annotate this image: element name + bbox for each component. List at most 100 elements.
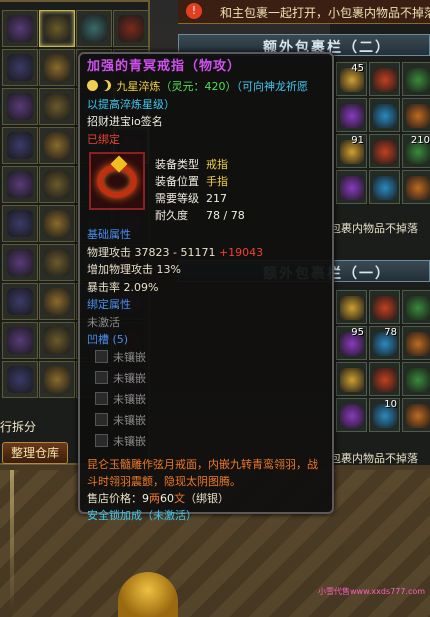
- bag-slot[interactable]: [369, 362, 400, 396]
- item-icon: [7, 210, 33, 237]
- socket-icon: [95, 370, 108, 384]
- prop-value: 217: [206, 192, 227, 205]
- bag-slot[interactable]: [402, 362, 430, 396]
- stack-count: 210: [410, 135, 430, 146]
- bag-slot[interactable]: [336, 170, 367, 204]
- warehouse-slot[interactable]: [39, 244, 75, 281]
- item-icon: [340, 296, 364, 320]
- item-icon: [7, 327, 33, 354]
- item-icon: [7, 249, 33, 276]
- bag-slot[interactable]: 91: [336, 134, 367, 168]
- bag-slot[interactable]: [369, 134, 400, 168]
- bag-slot[interactable]: [402, 170, 430, 204]
- refine-hint-2: 以提高淬炼星级）: [87, 97, 175, 111]
- warehouse-slot[interactable]: [2, 322, 38, 359]
- warehouse-slot[interactable]: [2, 244, 38, 281]
- prop-slot: 装备位置 手指: [155, 173, 245, 190]
- sort-warehouse-button[interactable]: 整理仓库: [2, 442, 68, 464]
- bag-slot[interactable]: [402, 398, 430, 432]
- bag-slot[interactable]: [369, 290, 400, 324]
- warehouse-slot[interactable]: [39, 49, 75, 86]
- item-icon: [340, 368, 364, 392]
- bag-slot[interactable]: [402, 290, 430, 324]
- warehouse-slot[interactable]: [39, 205, 75, 242]
- bag-slot[interactable]: 45: [336, 62, 367, 96]
- item-icon: [44, 132, 70, 159]
- warehouse-slot[interactable]: [39, 10, 75, 47]
- warehouse-slot[interactable]: [2, 361, 38, 398]
- extra-bag-1-note: 包裹内物品不掉落: [330, 452, 418, 465]
- warehouse-slot[interactable]: [2, 283, 38, 320]
- bag-slot[interactable]: [369, 98, 400, 132]
- warehouse-slot[interactable]: [39, 88, 75, 125]
- bag-slot[interactable]: [336, 398, 367, 432]
- bag-slot[interactable]: 78: [369, 326, 400, 360]
- bound-attr-status: 未激活: [87, 315, 120, 329]
- prop-key: 需要等级: [155, 192, 199, 205]
- watermark: 小雪代售www.xxds777.com: [318, 587, 426, 596]
- bag-slot[interactable]: 95: [336, 326, 367, 360]
- socket-label: 未镶嵌: [113, 371, 146, 385]
- socket-label: 未镶嵌: [113, 434, 146, 448]
- warehouse-slot[interactable]: [113, 10, 149, 47]
- bag-slot[interactable]: [336, 362, 367, 396]
- phys-attack-pct: 增加物理攻击 13%: [87, 263, 181, 276]
- item-icon: [44, 366, 70, 393]
- warehouse-slot[interactable]: [76, 10, 112, 47]
- prop-type: 装备类型 戒指: [155, 156, 245, 173]
- bag-slot[interactable]: [402, 62, 430, 96]
- prop-value: 78 / 78: [206, 209, 245, 222]
- prop-durability: 耐久度 78 / 78: [155, 207, 245, 224]
- warehouse-slot[interactable]: [39, 283, 75, 320]
- prop-value: 手指: [206, 175, 228, 188]
- phys-attack-value: 37823 - 51171: [134, 245, 216, 259]
- sell-wen-unit: 文: [174, 491, 185, 505]
- bag-slot[interactable]: 10: [369, 398, 400, 432]
- prop-level: 需要等级 217: [155, 190, 245, 207]
- prop-key: 装备类型: [155, 158, 199, 171]
- item-signature: 招财进宝io签名: [87, 115, 163, 128]
- split-label[interactable]: 行拆分: [0, 418, 36, 435]
- bag-slot[interactable]: [402, 326, 430, 360]
- item-icon: [406, 296, 430, 320]
- spirit-value: （灵元：420）: [160, 80, 237, 93]
- item-icon: [81, 15, 107, 42]
- warehouse-slot[interactable]: [39, 361, 75, 398]
- item-icon: [44, 15, 70, 42]
- sun-icon: [87, 80, 98, 91]
- bag-slot[interactable]: [336, 98, 367, 132]
- warehouse-slot[interactable]: [2, 49, 38, 86]
- bag-slot[interactable]: [402, 98, 430, 132]
- warehouse-slot[interactable]: [2, 10, 38, 47]
- bag-slot[interactable]: [336, 290, 367, 324]
- bag-slot[interactable]: 210: [402, 134, 430, 168]
- item-icon: [44, 288, 70, 315]
- warehouse-slot[interactable]: [39, 166, 75, 203]
- bag-slot[interactable]: [369, 62, 400, 96]
- warehouse-slot[interactable]: [39, 322, 75, 359]
- phys-attack-row: 物理攻击 37823 - 51171 +19043: [87, 244, 325, 262]
- sell-liang-unit: 两: [149, 491, 160, 505]
- alert-icon: !: [186, 3, 202, 19]
- item-icon: [373, 68, 397, 92]
- stack-count: 10: [384, 399, 397, 410]
- ring-icon: [89, 152, 145, 210]
- socket-slot: 未镶嵌: [87, 391, 325, 412]
- warehouse-slot[interactable]: [2, 166, 38, 203]
- lock-label: 安全锁加成: [87, 509, 142, 522]
- item-icon: [340, 104, 364, 128]
- warehouse-slot[interactable]: [2, 88, 38, 125]
- bag-slot[interactable]: [369, 170, 400, 204]
- prop-key: 耐久度: [155, 209, 188, 222]
- item-block: 装备类型 戒指 装备位置 手指 需要等级 217 耐久度 78 / 78: [87, 150, 325, 226]
- item-icon: [406, 404, 430, 428]
- warehouse-slot[interactable]: [2, 205, 38, 242]
- item-icon: [7, 366, 33, 393]
- warehouse-slot[interactable]: [2, 127, 38, 164]
- item-icon: [7, 54, 33, 81]
- sell-liang: 9: [142, 491, 149, 505]
- item-icon: [340, 176, 364, 200]
- socket-icon: [95, 391, 108, 405]
- warehouse-slot[interactable]: [39, 127, 75, 164]
- item-icon: [7, 132, 33, 159]
